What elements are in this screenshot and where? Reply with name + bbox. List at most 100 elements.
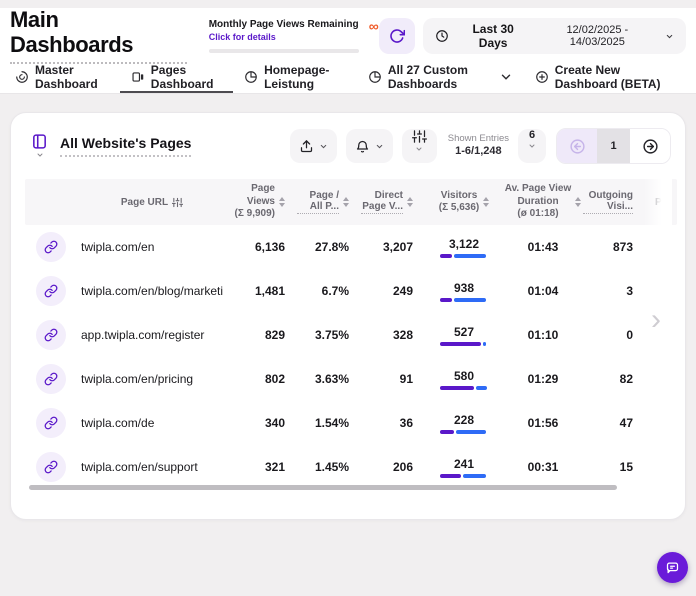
tab-create-new-dashboard[interactable]: Create New Dashboard (BETA) [524,62,692,93]
table-row[interactable]: twipla.com/en/support 321 1.45% 206 241 … [25,445,677,489]
page-all-cell: 1.45% [297,460,361,474]
chevron-down-icon [528,142,536,150]
table-header-row: Page URL Page Views (Σ 9,909) Page [25,179,677,225]
gauge-icon [15,70,29,84]
plan-usage: Monthly Page Views Remaining Click for d… [209,19,379,53]
previous-page-button[interactable] [557,129,597,163]
plus-circle-icon [535,70,549,84]
outgoing-cell: 3 [583,284,645,298]
page-views-cell: 321 [223,460,297,474]
column-header-spacer [25,179,77,225]
alerts-button[interactable] [346,129,393,163]
link-icon[interactable] [36,408,66,438]
duration-cell: 01:04 [503,284,583,298]
tab-homepage-leistung[interactable]: Homepage-Leistung [233,62,357,93]
page-url-cell: twipla.com/en/pricing [77,372,223,386]
table-row[interactable]: app.twipla.com/register 829 3.75% 328 52… [25,313,677,357]
column-header-page-all[interactable]: Page / All P... [297,179,361,225]
page-size-selector[interactable]: 6 [518,129,546,163]
visitors-cell: 527 [425,325,503,346]
page-url-cell: twipla.com/en/support [77,460,223,474]
direct-views-cell: 36 [361,416,425,430]
tab-pages-dashboard[interactable]: Pages Dashboard [120,62,233,93]
link-icon[interactable] [36,232,66,262]
card-title: All Website's Pages [60,135,191,157]
sort-icon[interactable] [575,197,581,207]
next-page-button[interactable] [630,129,670,163]
column-header-outgoing[interactable]: Outgoing Visi... [583,179,645,225]
chevron-down-icon [499,70,513,84]
widget-menu-button[interactable] [31,133,48,159]
plan-usage-label: Monthly Page Views Remaining [209,19,359,31]
page-views-cell: 6,136 [223,240,297,254]
page-all-cell: 1.54% [297,416,361,430]
table-row[interactable]: twipla.com/de 340 1.54% 36 228 01:56 47 [25,401,677,445]
chevron-down-icon [665,32,674,41]
link-icon[interactable] [36,320,66,350]
shown-entries-value: 1-6/1,248 [448,145,509,159]
page-all-cell: 27.8% [297,240,361,254]
page-views-cell: 340 [223,416,297,430]
direct-views-cell: 91 [361,372,425,386]
page-views-cell: 802 [223,372,297,386]
page-views-cell: 1,481 [223,284,297,298]
page-size-value: 6 [529,129,535,141]
sort-icon[interactable] [343,197,349,207]
table-row[interactable]: twipla.com/en/blog/marketing-case-... 1,… [25,269,677,313]
chevron-down-icon [375,142,384,151]
link-icon[interactable] [36,364,66,394]
arrow-right-circle-icon [642,138,659,155]
shown-entries-label: Shown Entries [448,133,509,145]
page-views-cell: 829 [223,328,297,342]
current-page-indicator: 1 [597,129,630,163]
tab-all-custom-dashboards[interactable]: All 27 Custom Dashboards [357,62,524,93]
refresh-button[interactable] [379,18,415,54]
sort-icon[interactable] [483,197,489,207]
widget-icon [31,133,48,150]
chat-fab-button[interactable] [657,552,688,583]
tab-master-dashboard[interactable]: Master Dashboard [4,62,120,93]
visitors-bar [440,430,488,434]
column-header-direct-views[interactable]: Direct Page V... [361,179,425,225]
sliders-filter-icon[interactable] [172,197,183,208]
table-row[interactable]: twipla.com/en 6,136 27.8% 3,207 3,122 01… [25,225,677,269]
infinity-badge: ∞ [369,19,379,33]
visitors-cell: 3,122 [425,237,503,258]
alerts-bell-icon [355,139,370,154]
table-body: twipla.com/en 6,136 27.8% 3,207 3,122 01… [25,225,677,489]
column-header-page-views[interactable]: Page Views (Σ 9,909) [223,179,297,225]
share-export-icon [299,139,314,154]
horizontal-scrollbar[interactable] [29,485,617,490]
sort-icon[interactable] [407,197,413,207]
page-url-cell: twipla.com/en [77,240,223,254]
page-all-cell: 3.75% [297,328,361,342]
column-header-duration[interactable]: Av. Page View Duration (ø 01:18) [503,179,583,225]
sliders-filter-icon [412,129,427,144]
pie-chart-icon [244,70,258,84]
clock-icon [435,29,449,43]
export-button[interactable] [290,129,337,163]
scroll-right-chevron-icon[interactable]: › [651,305,661,335]
visitors-bar [440,386,488,390]
pages-table-card: All Website's Pages [10,112,686,520]
outgoing-cell: 0 [583,328,645,342]
chevron-down-icon [319,142,328,151]
sort-icon[interactable] [279,197,285,207]
page-url-cell: twipla.com/en/blog/marketing-case-... [77,284,223,298]
column-header-visitors[interactable]: Visitors (Σ 5,636) [425,179,503,225]
dashboard-tabs: Master Dashboard Pages Dashboard Homepag… [0,62,696,94]
link-icon[interactable] [36,452,66,482]
table-row[interactable]: twipla.com/en/pricing 802 3.63% 91 580 0… [25,357,677,401]
visitors-bar [440,298,488,302]
date-range-picker[interactable]: Last 30 Days 12/02/2025 - 14/03/2025 [423,18,686,54]
duration-cell: 01:56 [503,416,583,430]
filter-columns-button[interactable] [402,129,437,163]
column-header-page-url[interactable]: Page URL [77,179,223,225]
plan-details-link[interactable]: Click for details [209,31,359,44]
link-icon[interactable] [36,276,66,306]
outgoing-cell: 15 [583,460,645,474]
page-url-cell: twipla.com/de [77,416,223,430]
header-band: Main Dashboards Monthly Page Views Remai… [0,8,696,94]
pages-icon [131,70,145,84]
page-all-cell: 6.7% [297,284,361,298]
